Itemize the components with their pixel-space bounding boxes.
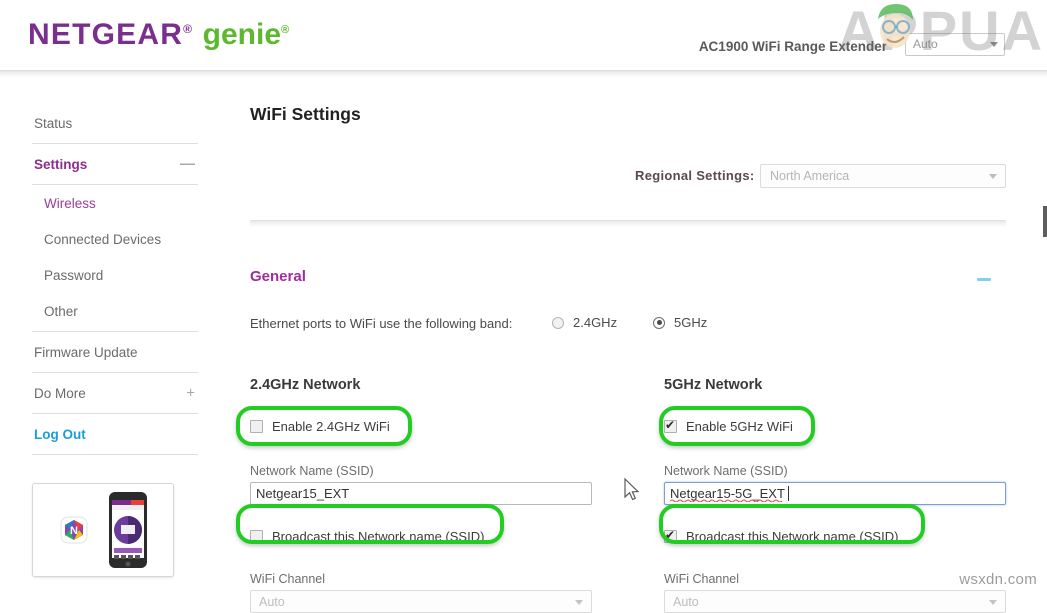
sidebar-item-label: Status <box>34 116 72 131</box>
sidebar-item-firmware-update[interactable]: Firmware Update <box>32 332 198 373</box>
minus-icon[interactable]: — <box>180 157 195 172</box>
sidebar-item-label: Firmware Update <box>34 345 138 360</box>
channel-24ghz-select[interactable]: Auto <box>250 590 592 613</box>
broadcast-5ghz-label: Broadcast this Network name (SSID) <box>686 529 898 544</box>
network-column-24ghz: 2.4GHz Network Enable 2.4GHz WiFi Networ… <box>250 377 592 613</box>
ethernet-band-question: Ethernet ports to WiFi use the following… <box>250 316 512 331</box>
header-divider <box>0 70 1047 78</box>
sidebar-item-label: Do More <box>34 386 86 401</box>
sidebar-item-connected-devices[interactable]: Connected Devices <box>32 221 198 257</box>
logo-netgear-registered: ® <box>183 22 193 36</box>
cancel-button[interactable]: CANCEL <box>1043 206 1047 237</box>
network-24ghz-title: 2.4GHz Network <box>250 377 592 393</box>
chevron-down-icon <box>990 42 998 47</box>
logo-netgear-text: NETGEAR <box>28 18 183 51</box>
plus-icon[interactable]: + <box>186 386 195 401</box>
channel-24ghz-value: Auto <box>259 595 285 609</box>
radio-unchecked-icon <box>552 317 564 329</box>
regional-settings-value: North America <box>770 169 849 183</box>
ssid-24ghz-input[interactable] <box>250 482 592 505</box>
sidebar-item-other[interactable]: Other <box>32 293 198 329</box>
broadcast-5ghz-checkbox-row[interactable]: Broadcast this Network name (SSID) <box>664 525 1006 547</box>
sidebar-nav: Status Settings — Wireless Connected Dev… <box>32 103 198 455</box>
sidebar-item-do-more[interactable]: Do More + <box>32 373 198 414</box>
language-select[interactable]: Auto <box>905 33 1005 56</box>
sidebar-subitem-label: Other <box>44 304 78 319</box>
sidebar-item-status[interactable]: Status <box>32 103 198 144</box>
mouse-cursor-icon <box>623 478 641 504</box>
enable-24ghz-wifi-label: Enable 2.4GHz WiFi <box>272 419 390 434</box>
sidebar-item-password[interactable]: Password <box>32 257 198 293</box>
checkbox-unchecked-icon <box>250 530 263 543</box>
channel-5ghz-value: Auto <box>673 595 699 609</box>
sidebar-item-settings[interactable]: Settings — <box>32 144 198 185</box>
sidebar-item-label: Log Out <box>34 427 86 442</box>
ssid-24ghz-label: Network Name (SSID) <box>250 464 592 478</box>
broadcast-24ghz-label: Broadcast this Network name (SSID) <box>272 529 484 544</box>
sidebar-item-wireless[interactable]: Wireless <box>32 185 198 221</box>
section-divider <box>250 220 1006 228</box>
language-select-value: Auto <box>913 37 938 51</box>
network-column-5ghz: 5GHz Network Enable 5GHz WiFi Network Na… <box>664 377 1006 613</box>
band-option-label: 2.4GHz <box>573 315 617 330</box>
ssid-24ghz-input-wrap <box>250 482 592 505</box>
enable-24ghz-wifi-checkbox-row[interactable]: Enable 2.4GHz WiFi <box>250 415 592 437</box>
sidebar-subitem-label: Connected Devices <box>44 232 161 247</box>
checkbox-checked-icon <box>664 420 677 433</box>
enable-5ghz-wifi-label: Enable 5GHz WiFi <box>686 419 793 434</box>
ssid-5ghz-input[interactable] <box>664 482 1006 505</box>
channel-24ghz-label: WiFi Channel <box>250 572 592 586</box>
text-cursor <box>788 486 789 501</box>
radio-checked-icon <box>653 317 665 329</box>
broadcast-24ghz-checkbox-row[interactable]: Broadcast this Network name (SSID) <box>250 525 592 547</box>
band-option-5ghz[interactable]: 5GHz <box>653 315 707 330</box>
sidebar-subitem-label: Password <box>44 268 103 283</box>
ssid-5ghz-label: Network Name (SSID) <box>664 464 1006 478</box>
app-header: NETGEAR® genie® AC1900 WiFi Range Extend… <box>0 0 1047 71</box>
band-option-24ghz[interactable]: 2.4GHz <box>552 315 617 330</box>
ssid-5ghz-input-wrap <box>664 482 1006 505</box>
chevron-down-icon <box>989 174 997 179</box>
logo-genie-registered: ® <box>281 24 290 36</box>
minus-icon[interactable] <box>977 278 991 281</box>
netgear-genie-logo: NETGEAR® genie® <box>28 18 290 52</box>
channel-5ghz-select[interactable]: Auto <box>664 590 1006 613</box>
channel-5ghz-label: WiFi Channel <box>664 572 1006 586</box>
sidebar-item-log-out[interactable]: Log Out <box>32 414 198 455</box>
checkbox-checked-icon <box>664 530 677 543</box>
svg-text:N: N <box>70 525 78 537</box>
network-5ghz-title: 5GHz Network <box>664 377 1006 393</box>
page-title: WiFi Settings <box>250 104 361 125</box>
enable-5ghz-wifi-checkbox-row[interactable]: Enable 5GHz WiFi <box>664 415 1006 437</box>
sidebar-subitem-label: Wireless <box>44 196 96 211</box>
genie-app-promo-card[interactable]: N <box>32 483 174 577</box>
general-section-title: General <box>250 268 306 285</box>
genie-app-promo-image: N <box>33 484 173 576</box>
chevron-down-icon <box>989 600 997 605</box>
regional-settings-row: Regional Settings: North America <box>250 164 1006 188</box>
checkbox-unchecked-icon <box>250 420 263 433</box>
logo-genie-text: genie <box>203 18 281 51</box>
chevron-down-icon <box>575 600 583 605</box>
sidebar-item-label: Settings <box>34 157 87 172</box>
regional-settings-label: Regional Settings: <box>635 168 755 183</box>
device-model-label: AC1900 WiFi Range Extender <box>699 39 887 54</box>
band-option-label: 5GHz <box>674 315 707 330</box>
regional-settings-select[interactable]: North America <box>760 164 1006 188</box>
sidebar-settings-subgroup: Wireless Connected Devices Password Othe… <box>32 185 198 332</box>
